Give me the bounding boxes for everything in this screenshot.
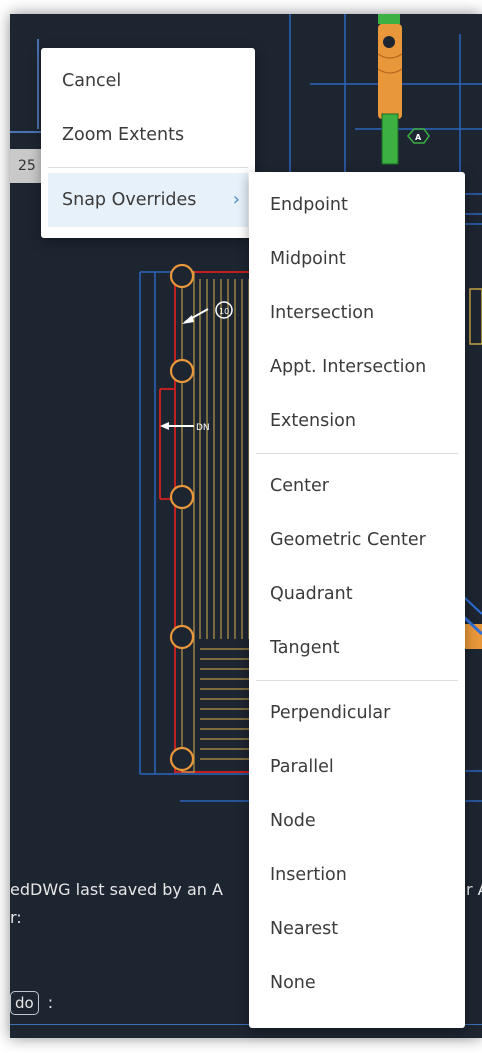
command-history-tail: r A (466, 880, 482, 899)
svg-text:DN: DN (196, 423, 210, 433)
command-prompt-colon: : (47, 993, 54, 1012)
snap-node[interactable]: Node (249, 794, 465, 848)
context-menu: Cancel Zoom Extents Snap Overrides › (41, 48, 255, 238)
snap-endpoint[interactable]: Endpoint (249, 178, 465, 232)
menu-divider (256, 680, 458, 681)
command-history-line-2: r: (10, 908, 22, 927)
command-prompt[interactable]: do : (10, 991, 53, 1015)
snap-overrides-submenu: Endpoint Midpoint Intersection Appt. Int… (249, 172, 465, 1028)
menu-divider (48, 167, 248, 168)
snap-nearest[interactable]: Nearest (249, 902, 465, 956)
command-history-text: edDWG last saved by an A (10, 880, 223, 899)
menu-item-snap-overrides[interactable]: Snap Overrides › (48, 173, 248, 227)
snap-quadrant[interactable]: Quadrant (249, 567, 465, 621)
svg-text:A: A (415, 133, 422, 142)
command-history-line: edDWG last saved by an A (10, 880, 223, 899)
snap-midpoint[interactable]: Midpoint (249, 232, 465, 286)
svg-text:10: 10 (219, 307, 229, 316)
snap-extension[interactable]: Extension (249, 394, 465, 448)
snap-apparent-intersection[interactable]: Appt. Intersection (249, 340, 465, 394)
snap-overrides-label: Snap Overrides (62, 190, 197, 210)
snap-geometric-center[interactable]: Geometric Center (249, 513, 465, 567)
chevron-right-icon: › (232, 189, 240, 210)
snap-none[interactable]: None (249, 956, 465, 1010)
snap-parallel[interactable]: Parallel (249, 740, 465, 794)
menu-item-zoom-extents[interactable]: Zoom Extents (41, 108, 255, 162)
snap-intersection[interactable]: Intersection (249, 286, 465, 340)
menu-divider (256, 453, 458, 454)
snap-center[interactable]: Center (249, 459, 465, 513)
snap-perpendicular[interactable]: Perpendicular (249, 686, 465, 740)
snap-insertion[interactable]: Insertion (249, 848, 465, 902)
snap-tangent[interactable]: Tangent (249, 621, 465, 675)
menu-item-cancel[interactable]: Cancel (41, 54, 255, 108)
command-option-key[interactable]: do (10, 991, 39, 1015)
